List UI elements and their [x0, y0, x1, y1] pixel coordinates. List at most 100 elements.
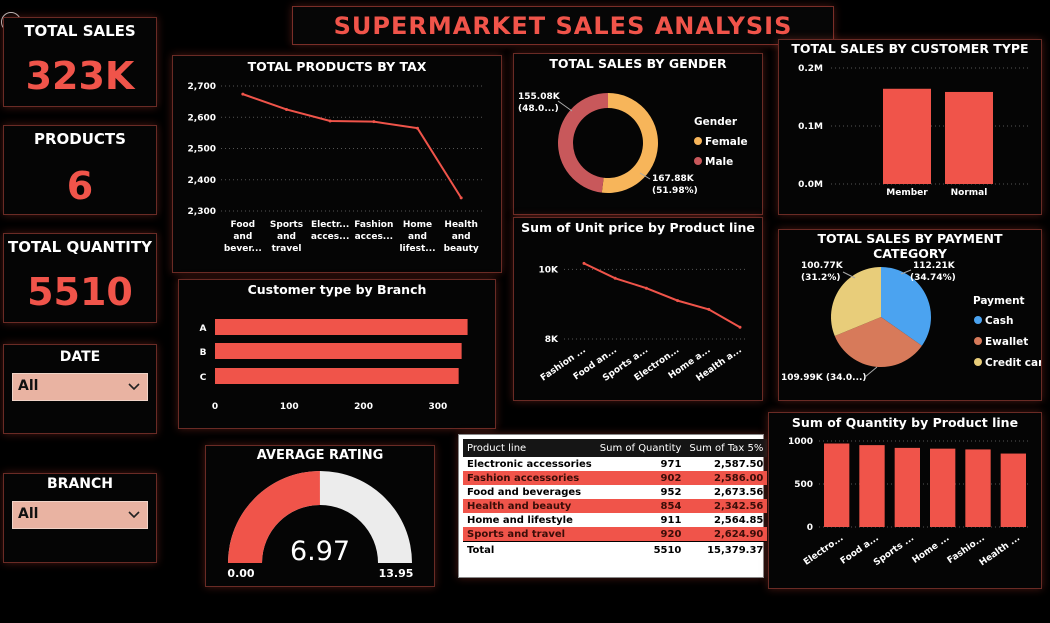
sales-by-customer-type-chart: 0.0M 0.1M 0.2M Member Normal [798, 64, 1029, 198]
quantity-by-product-line-title: Sum of Quantity by Product line [791, 415, 1019, 430]
y-tick-label: 0.0M [798, 180, 823, 190]
table-cell: 902 [660, 472, 682, 484]
table-cell: 2,673.56 [714, 486, 764, 498]
bar [930, 448, 956, 527]
donut-slice-female [601, 93, 659, 194]
data-label: (31.2%) [801, 273, 840, 283]
x-tick-label: Food and bever... [224, 220, 262, 254]
table-total-cell: 5510 [653, 544, 682, 556]
data-point [459, 196, 463, 200]
products-by-tax-card: TOTAL PRODUCTS BY TAX 2,300 2,400 2,500 2,6… [172, 55, 502, 273]
table-cell: Fashion accessories [467, 472, 580, 484]
unit-price-title: Sum of Unit price by Product line [521, 220, 755, 235]
table-row[interactable]: Electronic accessories 971 2,587.50 [463, 457, 767, 471]
branch-filter-label: BRANCH [47, 476, 113, 492]
table-row[interactable]: Health and beauty 854 2,342.56 [463, 499, 768, 513]
table-row[interactable]: Fashion accessories 902 2,586.00 [463, 471, 768, 485]
data-label: 167.88K [652, 174, 695, 184]
table-cell: Sports and travel [467, 528, 566, 540]
data-point [738, 325, 742, 329]
gauge-value: 6.97 [290, 536, 350, 567]
y-tick-label: 2,500 [188, 145, 216, 155]
leader-line [842, 271, 856, 279]
unit-price-card: Sum of Unit price by Product line 8K 10K F… [513, 217, 763, 401]
series-line [242, 93, 463, 199]
sales-by-gender-chart: 167.88K (51.98%) 155.08K (48.0...) Gender Fem… [518, 92, 748, 196]
table-cell: 911 [660, 514, 682, 526]
col-product-line[interactable]: Product line [463, 439, 596, 457]
col-sum-quantity[interactable]: Sum of Quantity [596, 439, 686, 457]
table-cell: 952 [660, 486, 682, 498]
y-tick-label: 0.2M [798, 64, 823, 74]
average-rating-gauge: 6.97 0.00 13.95 [227, 471, 413, 580]
bar [824, 443, 850, 527]
bar-member [883, 88, 931, 184]
table-cell: 2,342.56 [714, 500, 764, 512]
chevron-down-icon [127, 376, 141, 400]
unit-price-chart: 8K10KFashion ...Food an...Sports a...Ele… [539, 261, 746, 384]
date-dropdown-value: All [18, 378, 39, 394]
data-label: 100.77K [801, 261, 844, 271]
y-tick-label: 2,700 [188, 82, 216, 92]
data-label: (48.0...) [518, 104, 559, 114]
data-point [613, 276, 617, 280]
sales-by-customer-type-title: TOTAL SALES BY CUSTOMER TYPE [791, 41, 1029, 56]
y-tick-label: 2,300 [188, 207, 216, 217]
sales-by-payment-chart: 112.21K (34.74%) 100.77K (31.2%) 109.99K (34… [781, 261, 1041, 383]
data-point [285, 107, 288, 111]
data-label: 112.21K [913, 261, 956, 271]
x-tick-label: Sports ... [872, 533, 916, 568]
x-tick-label: 0 [212, 402, 218, 412]
donut-slice-male [558, 93, 608, 193]
branch-filter-card: BRANCH All [3, 473, 157, 563]
bar [1000, 453, 1026, 527]
products-value: 6 [66, 164, 94, 208]
data-label: (51.98%) [652, 186, 698, 196]
col-sum-tax[interactable]: Sum of Tax 5% [685, 439, 767, 457]
table-row[interactable]: Home and lifestyle 911 2,564.85 [463, 513, 767, 527]
y-tick-label: 0 [807, 523, 813, 533]
x-tick-label: Normal [951, 188, 988, 198]
data-point [676, 299, 680, 303]
x-tick-label: Home and lifest... [399, 220, 435, 254]
data-point [328, 119, 332, 123]
data-point [644, 286, 648, 290]
quantity-by-product-line-card: Sum of Quantity by Product line 0 500 1000… [768, 412, 1042, 589]
data-point [241, 92, 245, 96]
y-tick-label: B [200, 348, 207, 358]
sales-by-customer-type-card: TOTAL SALES BY CUSTOMER TYPE 0.0M 0.1M 0.2… [778, 39, 1042, 215]
table-cell: 2,586.00 [714, 472, 764, 484]
legend-title: Gender [694, 116, 738, 128]
customer-type-by-branch-title: Customer type by Branch [247, 282, 427, 297]
y-tick-label: 10K [539, 265, 560, 275]
total-quantity-card: TOTAL QUANTITY 5510 [3, 233, 157, 323]
product-table-card: Product line Sum of Quantity Sum of Tax … [458, 434, 768, 578]
table-total-cell: 15,379.37 [707, 544, 764, 556]
x-tick-label: Electro... [802, 533, 845, 567]
bar-branch-b [215, 343, 462, 359]
data-point [416, 126, 419, 130]
date-filter-label: DATE [59, 349, 101, 365]
table-cell: Electronic accessories [467, 458, 592, 470]
data-point [582, 261, 586, 265]
legend-label: Female [705, 136, 748, 148]
quantity-by-product-line-chart: 05001000Electro...Food a...Sports ...Hom… [788, 437, 1031, 568]
customer-type-by-branch-chart: A B C 0 100 200 300 [200, 319, 468, 412]
data-label: 109.99K (34.0...) [781, 373, 867, 383]
x-tick-label: 200 [354, 402, 373, 412]
data-label: (34.74%) [910, 273, 956, 283]
y-tick-label: A [200, 324, 207, 334]
table-cell: Home and lifestyle [467, 514, 573, 526]
legend-marker [694, 157, 702, 165]
bar [965, 449, 991, 527]
x-tick-label: Health and beauty [444, 220, 479, 254]
y-tick-label: 8K [545, 335, 559, 345]
table-row[interactable]: Sports and travel 920 2,624.90 [463, 527, 768, 542]
date-dropdown[interactable]: All [12, 373, 148, 401]
branch-dropdown[interactable]: All [12, 501, 148, 529]
x-tick-label: Home ... [911, 533, 952, 566]
table-cell: Health and beauty [467, 500, 572, 512]
table-row[interactable]: Food and beverages 952 2,673.56 [463, 485, 767, 499]
bar [894, 447, 920, 527]
average-rating-card: AVERAGE RATING 6.97 0.00 13.95 [205, 445, 435, 587]
